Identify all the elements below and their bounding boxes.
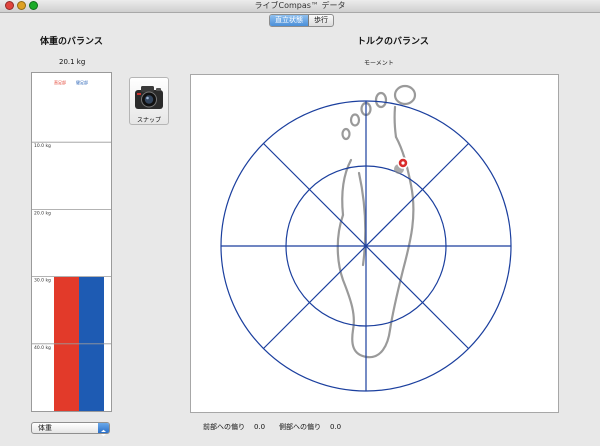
metric-select[interactable]: 体重 bbox=[31, 422, 110, 437]
torque-target-panel bbox=[190, 74, 559, 413]
y-tick-label: 30.0 kg bbox=[34, 278, 51, 284]
legend-left-label: 直足部 bbox=[54, 79, 66, 85]
tab-walking[interactable]: 歩行 bbox=[309, 15, 333, 26]
y-tick-label: 10.0 kg bbox=[34, 143, 51, 149]
front-bias-value: 0.0 bbox=[254, 423, 266, 431]
legend-right-label: 健足部 bbox=[76, 79, 88, 85]
metric-select-value: 体重 bbox=[38, 424, 52, 432]
weight-chart-svg: 直足部 健足部 40.0 kg 30.0 kg 20.0 kg 10.0 kg bbox=[32, 79, 111, 411]
balance-marker-dot bbox=[401, 161, 405, 165]
select-arrows-icon bbox=[98, 423, 109, 437]
side-bias-readout: 側部への偏り 0.0 bbox=[279, 422, 341, 432]
torque-balance-heading: トルクのバランス bbox=[357, 37, 429, 47]
snapshot-label: スナップ bbox=[136, 117, 161, 124]
torque-target-svg bbox=[220, 84, 512, 392]
mode-segmented-control: 直立状態 歩行 bbox=[269, 14, 334, 27]
target-circles bbox=[220, 100, 512, 392]
y-tick-label: 20.0 kg bbox=[34, 210, 51, 216]
window-title: ライブCompas™ データ bbox=[254, 1, 346, 10]
app-window: ライブCompas™ データ 直立状態 歩行 体重のバランス 20.1 kg 直… bbox=[0, 0, 600, 446]
tab-standing[interactable]: 直立状態 bbox=[270, 15, 309, 26]
weight-value: 20.1 kg bbox=[59, 58, 86, 66]
weight-balance-heading: 体重のバランス bbox=[40, 37, 103, 47]
y-tick-label: 40.0 kg bbox=[34, 345, 51, 351]
side-bias-label: 側部への偏り bbox=[279, 423, 321, 431]
front-bias-label: 前部への偏り bbox=[203, 423, 245, 431]
side-bias-value: 0.0 bbox=[330, 423, 342, 431]
front-bias-readout: 前部への偏り 0.0 bbox=[203, 422, 265, 432]
camera-icon bbox=[135, 86, 163, 109]
title-bar: ライブCompas™ データ bbox=[0, 0, 600, 13]
snapshot-button[interactable]: スナップ bbox=[129, 77, 169, 125]
weight-bar-chart: 直足部 健足部 40.0 kg 30.0 kg 20.0 kg 10.0 kg bbox=[31, 72, 112, 412]
moment-subtitle: モーメント bbox=[364, 60, 394, 67]
